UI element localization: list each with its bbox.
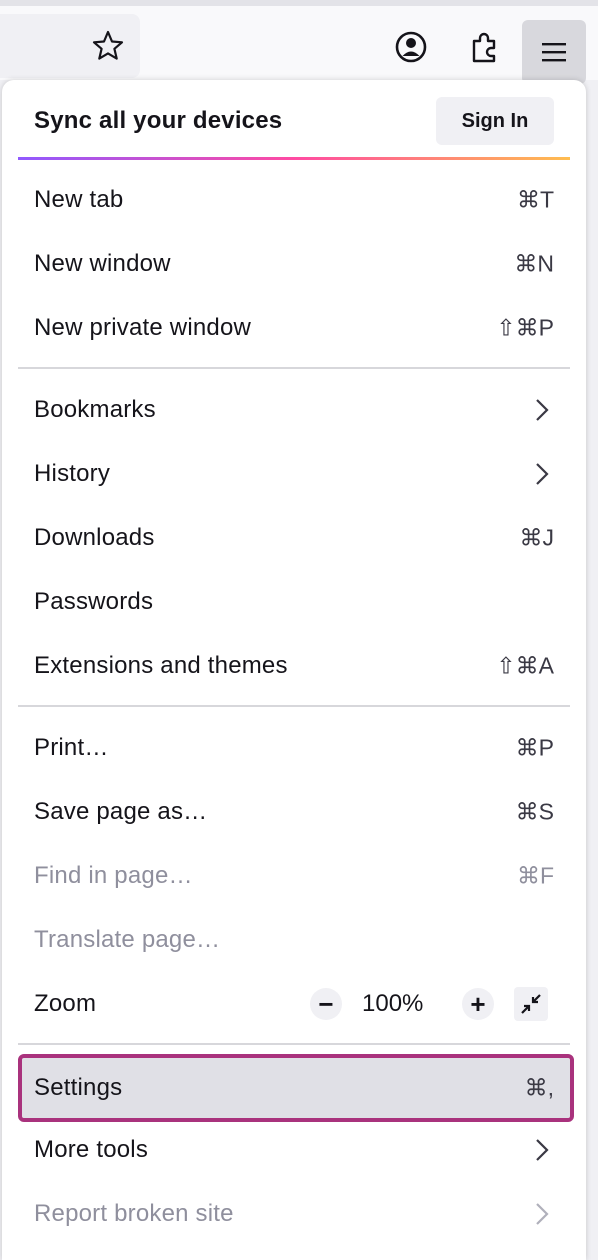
menu-item-report-broken-site: Report broken site bbox=[18, 1185, 570, 1243]
menu-item-label: New tab bbox=[34, 186, 124, 213]
chevron-right-icon bbox=[536, 1139, 549, 1161]
menu-separator bbox=[18, 367, 570, 369]
url-bar-end[interactable] bbox=[0, 14, 140, 78]
extensions-icon bbox=[472, 32, 496, 63]
menu-item-shortcut: ⇧⌘P bbox=[496, 314, 554, 341]
menu-separator bbox=[18, 705, 570, 707]
chevron-right-icon bbox=[536, 1203, 549, 1225]
menu-item-shortcut: ⌘, bbox=[524, 1074, 554, 1101]
account-button[interactable] bbox=[386, 22, 436, 72]
menu-item-label: New window bbox=[34, 250, 171, 277]
menu-item-label: Extensions and themes bbox=[34, 652, 288, 679]
menu-item-zoom: Zoom − 100% + bbox=[18, 975, 570, 1033]
menu-item-bookmarks[interactable]: Bookmarks bbox=[18, 381, 570, 439]
menu-item-extensions-and-themes[interactable]: Extensions and themes ⇧⌘A bbox=[18, 637, 570, 695]
menu-item-translate-page: Translate page… bbox=[18, 911, 570, 969]
menu-item-shortcut: ⌘N bbox=[514, 250, 554, 277]
fullscreen-collapse-icon bbox=[521, 994, 541, 1014]
menu-item-print[interactable]: Print… ⌘P bbox=[18, 719, 570, 777]
menu-item-label: Translate page… bbox=[34, 926, 221, 953]
menu-item-label: Print… bbox=[34, 734, 109, 761]
menu-item-shortcut: ⌘F bbox=[516, 862, 554, 889]
menu-item-shortcut: ⌘J bbox=[519, 524, 555, 551]
menu-item-shortcut: ⌘S bbox=[515, 798, 554, 825]
menu-item-label: Find in page… bbox=[34, 862, 193, 889]
menu-item-history[interactable]: History bbox=[18, 445, 570, 503]
app-menu-panel: Sync all your devices Sign In New tab ⌘T… bbox=[2, 80, 586, 1260]
menu-item-shortcut: ⌘P bbox=[515, 734, 554, 761]
menu-item-label: Downloads bbox=[34, 524, 155, 551]
menu-item-label: New private window bbox=[34, 314, 252, 341]
zoom-reset-button[interactable]: 100% bbox=[362, 990, 423, 1018]
menu-item-find-in-page: Find in page… ⌘F bbox=[18, 847, 570, 905]
menu-item-passwords[interactable]: Passwords bbox=[18, 573, 570, 631]
sync-separator bbox=[18, 157, 570, 160]
zoom-label: Zoom bbox=[34, 990, 97, 1017]
menu-item-label: Save page as… bbox=[34, 798, 208, 825]
menu-item-label: History bbox=[34, 460, 111, 487]
hamburger-menu-icon bbox=[542, 43, 566, 62]
chevron-right-icon bbox=[536, 399, 549, 421]
chevron-right-icon bbox=[536, 463, 549, 485]
menu-item-label: Bookmarks bbox=[34, 396, 156, 423]
extensions-button[interactable] bbox=[459, 22, 509, 72]
browser-toolbar bbox=[0, 0, 598, 84]
menu-separator bbox=[18, 1043, 570, 1045]
sync-row: Sync all your devices Sign In bbox=[2, 80, 586, 160]
menu-item-shortcut: ⌘T bbox=[516, 186, 554, 213]
menu-item-label: Passwords bbox=[34, 588, 154, 615]
fullscreen-button[interactable] bbox=[514, 987, 548, 1021]
menu-item-save-page-as[interactable]: Save page as… ⌘S bbox=[18, 783, 570, 841]
account-icon bbox=[395, 31, 427, 63]
menu-item-downloads[interactable]: Downloads ⌘J bbox=[18, 509, 570, 567]
menu-item-label: More tools bbox=[34, 1136, 149, 1163]
menu-item-settings[interactable]: Settings ⌘, bbox=[18, 1054, 574, 1122]
sign-in-button[interactable]: Sign In bbox=[436, 97, 554, 145]
menu-item-label: Settings bbox=[34, 1074, 123, 1101]
menu-item-new-private-window[interactable]: New private window ⇧⌘P bbox=[18, 299, 570, 357]
menu-item-shortcut: ⇧⌘A bbox=[496, 652, 554, 679]
zoom-in-button[interactable]: + bbox=[462, 988, 494, 1020]
sync-title: Sync all your devices bbox=[34, 107, 283, 134]
zoom-out-button[interactable]: − bbox=[310, 988, 342, 1020]
menu-item-label: Report broken site bbox=[34, 1200, 234, 1227]
menu-item-new-tab[interactable]: New tab ⌘T bbox=[18, 171, 570, 229]
app-menu-button[interactable] bbox=[522, 20, 586, 84]
menu-item-more-tools[interactable]: More tools bbox=[18, 1121, 570, 1179]
star-icon[interactable] bbox=[88, 26, 128, 66]
menu-item-new-window[interactable]: New window ⌘N bbox=[18, 235, 570, 293]
